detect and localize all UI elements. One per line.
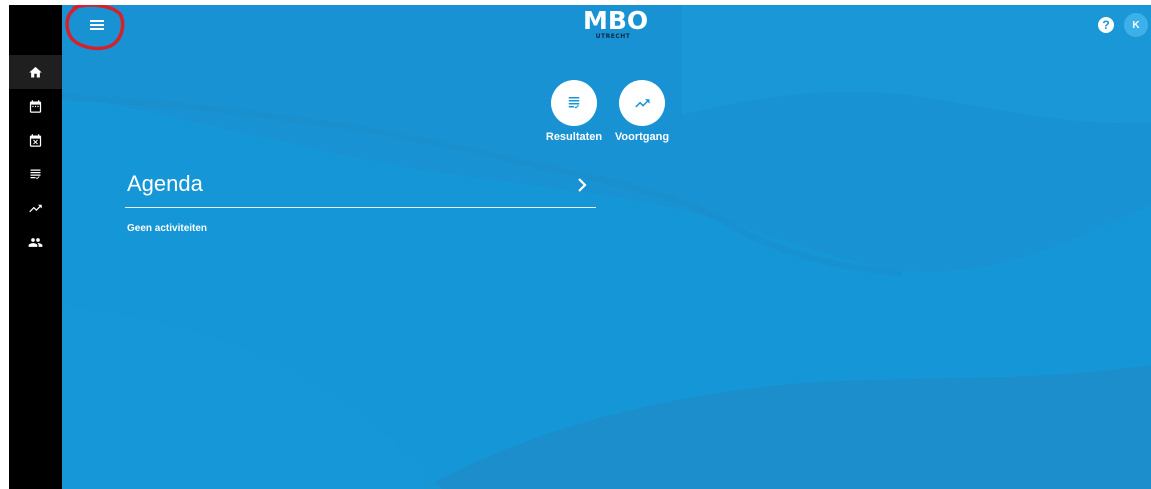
sidebar-item-home[interactable] <box>9 55 62 89</box>
quick-link-label: Voortgang <box>614 131 670 143</box>
agenda-title[interactable]: Agenda <box>127 171 203 197</box>
avatar-initial: K <box>1132 19 1140 31</box>
help-icon: ? <box>1102 18 1110 32</box>
window-edge <box>0 0 9 489</box>
agenda-divider <box>125 207 596 208</box>
trending-icon <box>29 204 42 212</box>
calendar-cancel-icon <box>29 133 42 147</box>
quick-link-resultaten[interactable]: Resultaten <box>539 80 609 143</box>
quick-link-circle <box>619 80 665 126</box>
trending-icon <box>635 99 650 108</box>
sidebar-item-results[interactable] <box>9 157 62 191</box>
calendar-icon <box>29 99 42 113</box>
main-content: MBO UTRECHT ? K Resultaten Voortgang Age… <box>62 5 1151 489</box>
logo-text: MBO <box>583 6 649 35</box>
people-icon <box>28 237 43 247</box>
agenda-empty-text: Geen activiteiten <box>127 223 208 234</box>
menu-button[interactable] <box>84 13 110 37</box>
help-button[interactable]: ? <box>1098 17 1114 33</box>
dune-background <box>62 5 1151 489</box>
quick-link-circle <box>551 80 597 126</box>
quick-link-label: Resultaten <box>545 131 603 143</box>
sidebar-item-progress[interactable] <box>9 191 62 225</box>
home-icon <box>29 66 42 77</box>
logo[interactable]: MBO UTRECHT <box>583 6 649 51</box>
sidebar-item-groups[interactable] <box>9 225 62 259</box>
hamburger-menu-icon <box>90 20 104 30</box>
sidebar-item-absence[interactable] <box>9 123 62 157</box>
chevron-right-icon[interactable] <box>573 175 591 195</box>
sidebar <box>9 5 62 489</box>
results-list-icon <box>30 169 41 179</box>
results-list-icon <box>568 97 580 109</box>
sidebar-item-agenda[interactable] <box>9 89 62 123</box>
avatar[interactable]: K <box>1124 13 1148 37</box>
quick-link-voortgang[interactable]: Voortgang <box>607 80 677 143</box>
